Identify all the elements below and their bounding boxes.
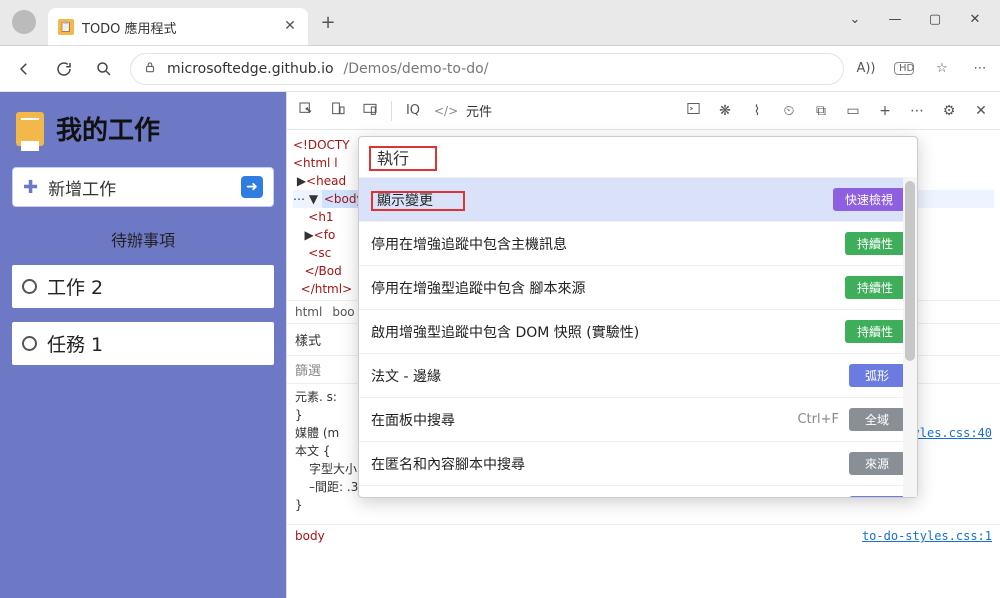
command-item[interactable]: 繁體中文 () - 中文 (繁體)外觀: [359, 485, 917, 497]
command-label: 停用在增強型追蹤中包含 腳本來源: [371, 278, 835, 298]
command-menu[interactable]: 執行 顯示變更快速檢視停用在增強追蹤中包含主機訊息持續性停用在增強型追蹤中包含 …: [358, 136, 918, 498]
inspect-icon[interactable]: [295, 101, 317, 121]
command-item[interactable]: 啟用增強型追蹤中包含 DOM 快照 (實驗性) 持續性: [359, 309, 917, 353]
settings-icon[interactable]: ⚙: [938, 103, 960, 119]
chevron-down-icon[interactable]: ⌄: [848, 12, 862, 27]
command-badge: 持續性: [845, 320, 905, 343]
command-label: 在匿名和內容腳本中搜尋: [371, 454, 839, 474]
command-badge: 持續性: [845, 232, 905, 255]
profile-avatar[interactable]: [12, 10, 36, 34]
command-badge: 持續性: [845, 276, 905, 299]
command-badge: 外觀: [849, 496, 905, 497]
tab-title: TODO 應用程式: [82, 18, 274, 37]
memory-icon[interactable]: ⧉: [810, 103, 832, 119]
command-badge: 來源: [849, 452, 905, 475]
pending-label: 待辦事項: [12, 227, 274, 251]
refresh-button[interactable]: [50, 55, 78, 83]
window-controls: ⌄ — ▢ ✕: [848, 0, 1000, 27]
url-host: microsoftedge.github.io: [167, 61, 334, 77]
app-header: 我的工作: [12, 104, 274, 153]
url-field[interactable]: microsoftedge.github.io/Demos/demo-to-do…: [130, 53, 844, 85]
performance-icon[interactable]: ⏲: [778, 103, 800, 119]
command-item[interactable]: 顯示變更快速檢視: [359, 177, 917, 221]
network-icon[interactable]: ⌇: [746, 103, 768, 119]
issues-icon[interactable]: ❋: [714, 103, 736, 119]
new-tab-button[interactable]: +: [314, 12, 342, 40]
favorite-icon[interactable]: ☆: [932, 61, 952, 76]
add-panel-button[interactable]: +: [874, 103, 896, 119]
search-button[interactable]: [90, 55, 118, 83]
command-badge: 全域: [849, 408, 905, 431]
checkbox-icon[interactable]: [22, 336, 37, 351]
command-badge: 快速檢視: [833, 188, 905, 211]
read-aloud-icon[interactable]: A)): [856, 61, 876, 76]
app-title: 我的工作: [56, 110, 160, 147]
task-item[interactable]: 任務 1: [12, 322, 274, 365]
elements-tab[interactable]: 元件: [466, 101, 492, 120]
command-label: 法文 - 邊緣: [371, 366, 839, 386]
collections-icon[interactable]: HD: [894, 62, 914, 75]
plus-icon: ✚: [23, 177, 38, 198]
command-search-input[interactable]: 執行: [359, 137, 917, 177]
css-link[interactable]: to-do-styles.css:1: [862, 529, 992, 543]
command-item[interactable]: 在面板中搜尋 Ctrl+F 全域: [359, 397, 917, 441]
devtools-toolbar: IQ </> 元件 ❋ ⌇ ⏲ ⧉ ▭ + ⋯ ⚙ ✕: [287, 92, 1000, 130]
device-icon[interactable]: [327, 101, 349, 121]
todo-app: 我的工作 ✚ 新增工作 ➜ 待辦事項 工作 2 任務 1: [0, 92, 286, 598]
add-task-placeholder: 新增工作: [48, 175, 231, 200]
add-task-input[interactable]: ✚ 新增工作 ➜: [12, 167, 274, 207]
address-actions: A)) HD ☆ ⋯: [856, 61, 990, 76]
iq-icon[interactable]: IQ: [402, 103, 424, 118]
command-label: 啟用增強型追蹤中包含 DOM 快照 (實驗性): [371, 322, 835, 342]
task-label: 工作 2: [47, 273, 103, 300]
command-item[interactable]: 停用在增強型追蹤中包含 腳本來源持續性: [359, 265, 917, 309]
close-devtools-button[interactable]: ✕: [970, 103, 992, 119]
task-label: 任務 1: [47, 330, 103, 357]
command-item[interactable]: 法文 - 邊緣弧形: [359, 353, 917, 397]
task-item[interactable]: 工作 2: [12, 265, 274, 308]
clipboard-icon: [16, 112, 44, 146]
command-shortcut: Ctrl+F: [797, 412, 839, 427]
url-path: /Demos/demo-to-do/: [344, 61, 489, 77]
styles-rule-bottom: body to-do-styles.css:1: [287, 524, 1000, 547]
window-titlebar: 📋 TODO 應用程式 ✕ + ⌄ — ▢ ✕: [0, 0, 1000, 46]
command-item[interactable]: 在匿名和內容腳本中搜尋來源: [359, 441, 917, 485]
settings-menu-icon[interactable]: ⋯: [970, 61, 990, 76]
elements-tab-icon: </>: [434, 104, 456, 118]
submit-task-button[interactable]: ➜: [241, 176, 263, 198]
command-label: 顯示變更: [371, 190, 823, 210]
browser-tab[interactable]: 📋 TODO 應用程式 ✕: [48, 8, 308, 46]
command-badge: 弧形: [849, 364, 905, 387]
address-bar: microsoftedge.github.io/Demos/demo-to-do…: [0, 46, 1000, 92]
close-tab-button[interactable]: ✕: [282, 19, 298, 35]
command-label: 停用在增強追蹤中包含主機訊息: [371, 234, 835, 254]
command-prompt: 執行: [369, 146, 437, 171]
lock-icon: [143, 60, 157, 78]
command-item[interactable]: 停用在增強追蹤中包含主機訊息持續性: [359, 221, 917, 265]
clipboard-icon: 📋: [58, 19, 74, 35]
close-window-button[interactable]: ✕: [968, 12, 982, 27]
scrollbar[interactable]: [903, 177, 917, 497]
checkbox-icon[interactable]: [22, 279, 37, 294]
back-button[interactable]: [10, 55, 38, 83]
command-list: 顯示變更快速檢視停用在增強追蹤中包含主機訊息持續性停用在增強型追蹤中包含 腳本來…: [359, 177, 917, 497]
application-icon[interactable]: ▭: [842, 103, 864, 119]
command-label: 在面板中搜尋: [371, 410, 775, 430]
responsive-icon[interactable]: [359, 101, 381, 121]
more-tools-icon[interactable]: ⋯: [906, 103, 928, 119]
minimize-button[interactable]: —: [888, 12, 902, 27]
maximize-button[interactable]: ▢: [928, 12, 942, 27]
console-icon[interactable]: [682, 101, 704, 120]
